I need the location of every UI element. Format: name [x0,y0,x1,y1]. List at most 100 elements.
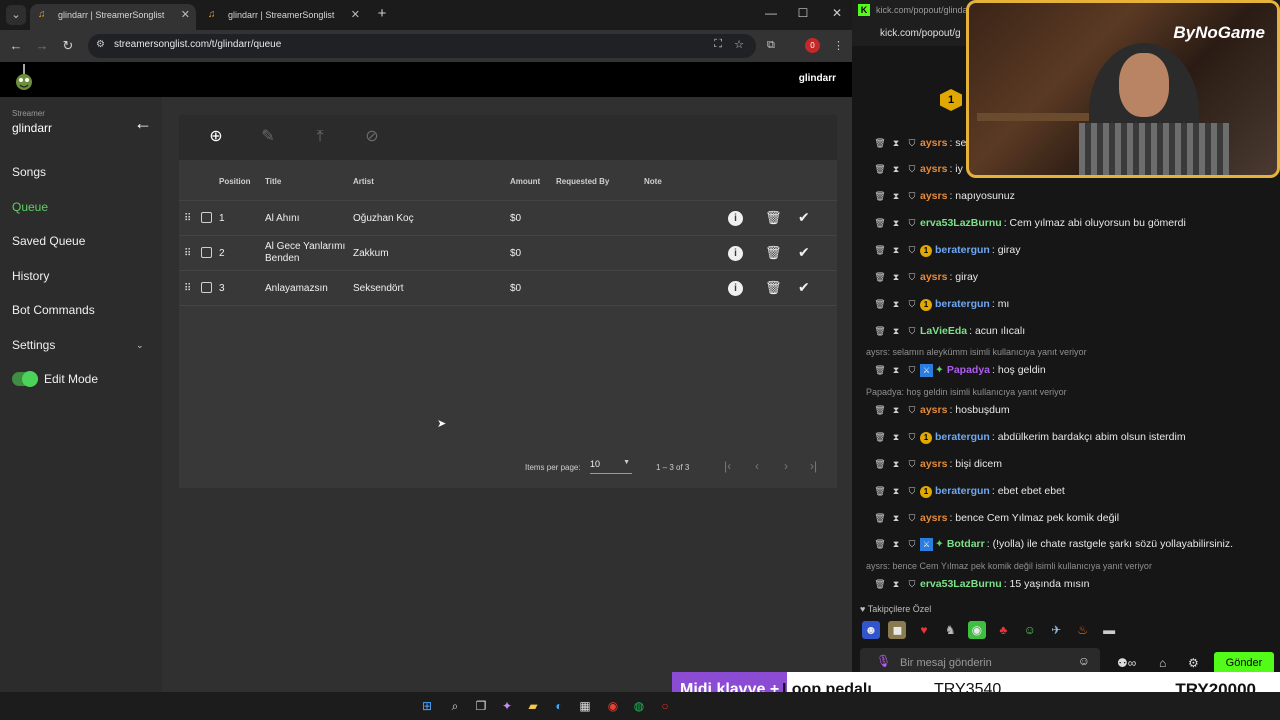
hourglass-icon[interactable]: ⧗ [888,245,904,256]
trash-icon[interactable]: 🗑 [872,138,888,149]
column-header-note[interactable]: Note [644,177,662,186]
shield-icon[interactable]: ⛉ [904,138,920,149]
hourglass-icon[interactable]: ⧗ [888,365,904,376]
microphone-icon[interactable]: 🎙 [876,654,891,668]
trash-icon[interactable]: 🗑 [872,405,888,416]
shield-icon[interactable]: ⛉ [904,513,920,524]
drag-handle-icon[interactable]: ⠿ [184,248,191,259]
close-tab-icon[interactable]: ✕ [351,4,360,26]
translate-icon[interactable]: ⛶ [714,38,722,51]
sidebar-item-settings[interactable]: Settings [12,338,55,352]
trash-icon[interactable]: 🗑 [872,272,888,283]
search-icon[interactable]: ⌕ [446,697,464,715]
hourglass-icon[interactable]: ⧗ [888,539,904,550]
column-header-amount[interactable]: Amount [510,177,540,186]
tab-search-icon[interactable]: ⌄ [6,5,26,25]
reply-context[interactable]: aysrs: bence Cem Yılmaz pek komik değil … [866,561,1152,571]
hourglass-icon[interactable]: ⧗ [888,191,904,202]
trash-icon[interactable]: 🗑 [872,299,888,310]
chat-message[interactable]: 🗑 ⧗ ⛉ 1 beratergun: abdülkerim bardakçı abim… [872,431,1186,449]
shield-icon[interactable]: ⛉ [904,539,920,550]
chat-username[interactable]: Botdarr [947,538,985,550]
chat-username[interactable]: erva53LazBurnu [920,578,1002,590]
sub-badge-icon[interactable]: 1 [940,89,962,111]
chat-username[interactable]: aysrs [920,137,947,149]
drag-handle-icon[interactable]: ⠿ [184,213,191,224]
column-header-position[interactable]: Position [219,177,251,186]
add-circle-icon[interactable]: ⊕ [206,127,226,147]
site-info-icon[interactable]: ⚙ [96,39,105,50]
hourglass-icon[interactable]: ⧗ [888,138,904,149]
shield-icon[interactable]: ⛉ [904,218,920,229]
chat-username[interactable]: aysrs [920,190,947,202]
check-icon[interactable]: ✔ [798,279,810,296]
edit-pencil-icon[interactable]: ✎ [258,127,278,147]
chrome-icon[interactable]: ◉ [604,697,622,715]
chat-username[interactable]: Papadya [947,364,990,376]
shield-icon[interactable]: ⛉ [904,486,920,497]
hourglass-icon[interactable]: ⧗ [888,513,904,524]
emote-icon[interactable]: ◼ [888,621,907,639]
column-header-requested-by[interactable]: Requested By [556,177,609,186]
collapse-sidebar-arrow-icon[interactable]: ← [134,113,152,134]
trash-icon[interactable]: 🗑 [872,432,888,443]
hourglass-icon[interactable]: ⧗ [888,405,904,416]
chat-username[interactable]: aysrs [920,404,947,416]
sidebar-item-songs[interactable]: Songs [12,165,46,179]
header-username[interactable]: glindarr [799,73,836,84]
chat-message[interactable]: 🗑 ⧗ ⛉ 1 beratergun: ebet ebet ebet [872,485,1065,503]
row-checkbox[interactable] [201,247,212,258]
emoji-icon[interactable]: ☺ [1078,654,1090,668]
chat-username[interactable]: aysrs [920,512,947,524]
edit-mode-toggle[interactable] [12,371,38,387]
items-per-page-select[interactable]: 10 ▼ [590,459,632,474]
trash-icon[interactable]: 🗑 [765,245,782,261]
chat-message[interactable]: 🗑 ⧗ ⛉ aysrs: napıyosunuz [872,190,1015,208]
reply-context[interactable]: aysrs: selamın aleykümm isimli kullanıcı… [866,347,1087,357]
chat-username[interactable]: aysrs [920,163,947,175]
trash-icon[interactable]: 🗑 [872,459,888,470]
table-row[interactable]: ⠿ 1 Al Ahını Oğuzhan Koç $0 i 🗑 ✔ [179,200,837,235]
chat-message[interactable]: 🗑 ⧗ ⛉ 1 beratergun: giray [872,244,1020,262]
chat-message[interactable]: 🗑 ⧗ ⛉ ⚔ ✦ Botdarr: (!yolla) ile chate rastgel… [872,538,1233,556]
chat-message[interactable]: 🗑 ⧗ ⛉ aysrs: bişi dicem [872,458,1002,476]
info-icon[interactable]: i [728,281,743,296]
emote-icon[interactable]: ☻ [862,621,880,639]
app-logo-icon[interactable] [12,64,36,94]
browser-tab-2[interactable]: ♫ glindarr | StreamerSonglist ✕ [200,4,366,30]
block-icon[interactable]: ⊘ [362,127,382,147]
hourglass-icon[interactable]: ⧗ [888,299,904,310]
move-to-top-icon[interactable]: ⤒ [310,127,330,147]
heart-emote-icon[interactable]: ♥ [915,621,933,639]
trash-icon[interactable]: 🗑 [872,326,888,337]
shield-icon[interactable]: ⛉ [904,191,920,202]
shield-icon[interactable]: ⛉ [904,326,920,337]
chat-message[interactable]: 🗑 ⧗ ⛉ 1 beratergun: mı [872,298,1009,316]
trash-icon[interactable]: 🗑 [872,164,888,175]
copilot-icon[interactable]: ✦ [498,697,516,715]
store-app-icon[interactable]: ▦ [576,697,594,715]
extension-badge[interactable]: 0 [805,38,820,53]
row-checkbox[interactable] [201,282,212,293]
chat-username[interactable]: aysrs [920,271,947,283]
maximize-icon[interactable]: ☐ [795,6,811,20]
store-icon[interactable]: ⌂ [1159,656,1166,670]
reply-context[interactable]: Papadya: hoş geldin isimli kullanıcıya y… [866,387,1067,397]
chat-message[interactable]: 🗑 ⧗ ⛉ aysrs: giray [872,271,978,289]
chat-message[interactable]: 🗑 ⧗ ⛉ ⚔ ✦ Papadya: hoş geldin [872,364,1046,382]
shield-icon[interactable]: ⛉ [904,432,920,443]
chat-username[interactable]: beratergun [935,485,990,497]
emote-icon[interactable]: ☺ [1021,621,1039,639]
shield-icon[interactable]: ⛉ [904,299,920,310]
chat-username[interactable]: erva53LazBurnu [920,217,1002,229]
hourglass-icon[interactable]: ⧗ [888,579,904,590]
hourglass-icon[interactable]: ⧗ [888,218,904,229]
emote-icon[interactable]: ◉ [967,621,986,639]
chat-message[interactable]: 🗑 ⧗ ⛉ erva53LazBurnu: 15 yaşında mısın [872,578,1089,596]
check-icon[interactable]: ✔ [798,244,810,261]
address-bar[interactable]: ⚙ streamersonglist.com/t/glindarr/queue … [88,34,756,58]
table-row[interactable]: ⠿ 2 Al Gece Yanlarımı Benden Zakkum $0 i… [179,235,837,270]
hourglass-icon[interactable]: ⧗ [888,164,904,175]
shield-icon[interactable]: ⛉ [904,579,920,590]
emote-icon[interactable]: ♣ [994,621,1012,639]
